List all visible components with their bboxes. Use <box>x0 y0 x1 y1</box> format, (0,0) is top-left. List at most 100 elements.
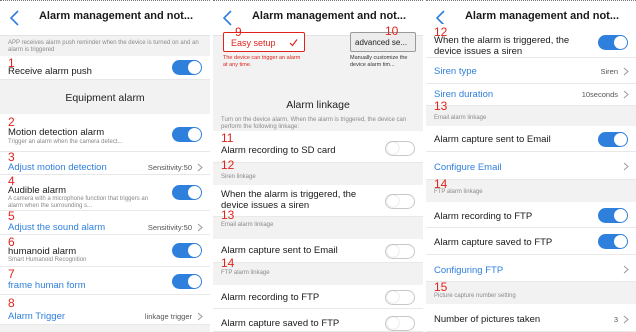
frame-human-row[interactable]: 7 frame human form <box>0 267 210 295</box>
email-label: Alarm capture sent to Email <box>434 134 551 145</box>
chevron-right-icon <box>623 315 629 324</box>
advanced-setup-hint: Manually customize the device alarm tim.… <box>350 55 408 68</box>
ftp-recording-row[interactable]: Alarm recording to FTP <box>426 202 636 228</box>
humanoid-alarm-label: humanoid alarm <box>8 246 77 257</box>
siren-type-label: Siren type <box>434 66 477 77</box>
siren-type-row[interactable]: Siren type Siren <box>426 58 636 84</box>
annotation-number: 12 <box>221 158 235 172</box>
advanced-setup-label: advanced se... <box>355 38 408 47</box>
ftp-capture-row[interactable]: Alarm capture saved to FTP <box>213 309 423 332</box>
siren-toggle[interactable] <box>385 194 415 209</box>
back-arrow-icon[interactable] <box>8 10 22 26</box>
easy-setup-hint: The device can trigger an alarm at any t… <box>223 55 301 68</box>
frame-human-toggle[interactable] <box>172 274 202 289</box>
email-linkage-header: 13 Email alarm linkage <box>213 209 423 239</box>
configure-email-label: Configure Email <box>434 162 502 173</box>
ftp-linkage-header: 14 FTP alarm linkage <box>426 178 636 202</box>
receive-push-label: Receive alarm push <box>8 66 92 77</box>
humanoid-alarm-sub: Smart Humanoid Recognition <box>8 257 87 263</box>
email-linkage-label: Email alarm linkage <box>434 115 487 121</box>
pictures-taken-value: 3 <box>613 315 618 324</box>
humanoid-alarm-row[interactable]: 6 humanoid alarm Smart Humanoid Recognit… <box>0 235 210 267</box>
ftp-capture-label: Alarm capture saved to FTP <box>434 237 553 248</box>
ftp-recording-toggle[interactable] <box>598 208 628 223</box>
picture-number-label: Picture capture number setting <box>434 293 516 299</box>
siren-row[interactable]: 12 When the alarm is triggered, the devi… <box>426 24 636 58</box>
email-toggle[interactable] <box>598 132 628 147</box>
ftp-recording-toggle[interactable] <box>385 290 415 305</box>
motion-alarm-label: Motion detection alarm <box>8 127 105 138</box>
email-label: Alarm capture sent to Email <box>221 245 338 256</box>
motion-sensitivity-value: Sensitivity:50 <box>147 163 192 172</box>
ftp-linkage-label: FTP alarm linkage <box>434 189 483 195</box>
chevron-right-icon <box>623 67 629 76</box>
annotation-number: 9 <box>235 25 242 39</box>
annotation-number: 12 <box>434 25 448 39</box>
chevron-right-icon <box>623 162 629 171</box>
easy-setup-label: Easy setup <box>231 38 276 48</box>
alarm-settings-panel-1: Alarm management and not... APP receives… <box>0 0 210 332</box>
configure-ftp-row[interactable]: Configuring FTP <box>426 255 636 282</box>
alarm-linkage-title: Alarm linkage <box>286 99 350 111</box>
annotation-number: 13 <box>221 208 235 222</box>
ftp-recording-label: Alarm recording to FTP <box>221 292 320 303</box>
chevron-right-icon <box>197 223 203 232</box>
ftp-capture-row[interactable]: Alarm capture saved to FTP <box>426 228 636 255</box>
alarm-trigger-value: linkage trigger <box>144 312 192 321</box>
pictures-taken-row[interactable]: Number of pictures taken 3 <box>426 304 636 332</box>
audible-alarm-row[interactable]: 4 Audible alarm A camera with a micropho… <box>0 175 210 211</box>
ftp-capture-toggle[interactable] <box>598 234 628 249</box>
ftp-capture-toggle[interactable] <box>385 316 415 331</box>
configure-ftp-label: Configuring FTP <box>434 265 504 276</box>
chevron-right-icon <box>197 163 203 172</box>
sd-recording-toggle[interactable] <box>385 141 415 156</box>
sd-recording-label: Alarm recording to SD card <box>221 145 336 156</box>
siren-duration-value: 10seconds <box>581 90 618 99</box>
alarm-settings-panel-2: Alarm management and not... 9 10 Easy se… <box>213 0 423 332</box>
advanced-setup-button[interactable]: advanced se... <box>350 32 416 52</box>
page-title: Alarm management and not... <box>464 10 620 22</box>
annotation-number: 7 <box>8 267 15 281</box>
page-title: Alarm management and not... <box>38 10 194 22</box>
chevron-right-icon <box>197 312 203 321</box>
siren-toggle[interactable] <box>598 35 628 50</box>
siren-linkage-header: 12 Siren linkage <box>213 159 423 185</box>
email-linkage-header: 13 Email alarm linkage <box>426 100 636 126</box>
annotation-number: 13 <box>434 99 448 113</box>
push-description: APP receives alarm push reminder when th… <box>8 40 199 53</box>
adjust-motion-row[interactable]: 3 Adjust motion detection Sensitivity:50 <box>0 151 210 175</box>
ftp-recording-row[interactable]: Alarm recording to FTP <box>213 285 423 309</box>
sound-sensitivity-value: Sensitivity:50 <box>147 223 192 232</box>
motion-alarm-sub: Trigger an alarm when the camera detect.… <box>8 139 123 145</box>
sd-recording-row[interactable]: 11 Alarm recording to SD card <box>213 131 423 163</box>
motion-alarm-toggle[interactable] <box>172 127 202 142</box>
annotation-number: 14 <box>221 256 235 270</box>
humanoid-alarm-toggle[interactable] <box>172 243 202 258</box>
siren-duration-row[interactable]: Siren duration 10seconds <box>426 84 636 106</box>
adjust-motion-label: Adjust motion detection <box>8 162 107 173</box>
audible-alarm-toggle[interactable] <box>172 185 202 200</box>
receive-push-row[interactable]: 1 Receive alarm push <box>0 56 210 80</box>
configure-email-row[interactable]: Configure Email <box>426 152 636 180</box>
email-linkage-label: Email alarm linkage <box>221 222 274 228</box>
alarm-trigger-row[interactable]: 8 Alarm Trigger linkage trigger <box>0 295 210 325</box>
frame-human-label: frame human form <box>8 280 86 291</box>
linkage-description: Turn on the device alarm. When the alarm… <box>221 117 407 130</box>
chevron-right-icon <box>623 90 629 99</box>
check-icon <box>289 39 298 47</box>
siren-label: When the alarm is triggered, the device … <box>221 189 357 211</box>
audible-alarm-sub: A camera with a microphone function that… <box>8 196 149 209</box>
email-row[interactable]: Alarm capture sent to Email <box>426 126 636 152</box>
receive-push-toggle[interactable] <box>172 60 202 75</box>
email-toggle[interactable] <box>385 244 415 259</box>
motion-alarm-row[interactable]: 2 Motion detection alarm Trigger an alar… <box>0 114 210 152</box>
ftp-linkage-label: FTP alarm linkage <box>221 270 270 276</box>
email-row[interactable]: Alarm capture sent to Email <box>213 239 423 263</box>
adjust-sound-row[interactable]: 5 Adjust the sound alarm Sensitivity:50 <box>0 210 210 235</box>
audible-alarm-label: Audible alarm <box>8 185 67 196</box>
annotation-number: 8 <box>8 296 15 310</box>
section-title: Equipment alarm <box>65 92 145 104</box>
siren-label: When the alarm is triggered, the device … <box>434 35 570 57</box>
siren-row[interactable]: When the alarm is triggered, the device … <box>213 185 423 217</box>
siren-linkage-label: Siren linkage <box>221 174 256 180</box>
